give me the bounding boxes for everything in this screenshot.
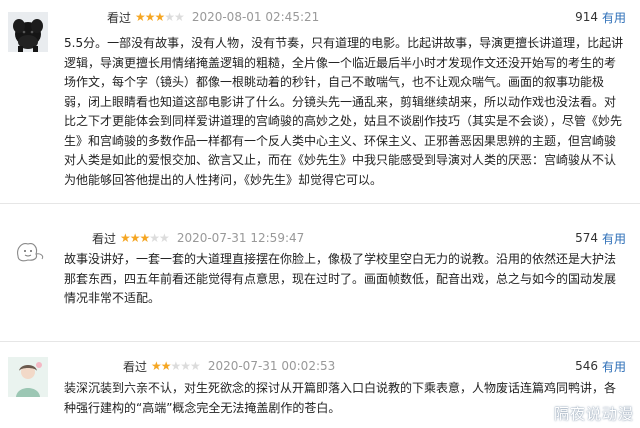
- star-icon: ★★★: [120, 231, 150, 245]
- vote-area: 574 有用: [575, 229, 626, 247]
- vote-area: 546 有用: [575, 357, 626, 375]
- review-timestamp: 2020-07-31 12:59:47: [176, 231, 305, 245]
- vote-area: 914 有用: [575, 8, 626, 26]
- useful-button[interactable]: 有用: [602, 9, 626, 26]
- review-meta: 看过 ★★★★★ 2020-07-31 12:59:47: [92, 229, 304, 247]
- avatar[interactable]: [8, 230, 48, 270]
- avatar[interactable]: [8, 357, 48, 397]
- useful-button[interactable]: 有用: [602, 230, 626, 247]
- divider: [0, 203, 640, 204]
- rating-stars: ★★★★★: [120, 231, 170, 245]
- useful-count: 914: [575, 10, 598, 24]
- watched-label: 看过: [92, 231, 117, 246]
- review-timestamp: 2020-08-01 02:45:21: [191, 10, 320, 24]
- star-empty-icon: ★★★: [170, 359, 201, 373]
- review-text: 装深沉装到六亲不认，对生死欲念的探讨从开篇即落入口白说教的下乘表意，人物废话连篇…: [64, 381, 617, 415]
- review-meta: 看过 ★★★★★ 2020-07-31 00:02:53: [123, 357, 335, 375]
- star-empty-icon: ★★: [149, 231, 169, 245]
- divider: [0, 341, 640, 342]
- star-icon: ★★: [151, 359, 171, 373]
- rating-stars: ★★★★★: [135, 10, 185, 24]
- useful-count: 574: [575, 231, 598, 245]
- watched-label: 看过: [107, 10, 132, 25]
- star-empty-icon: ★★: [164, 10, 184, 24]
- review-item: 看过 ★★★★★ 2020-07-31 00:02:53 546 有用 装深沉装…: [0, 343, 640, 428]
- review-item: 看过 ★★★★★ 2020-07-31 12:59:47 574 有用 故事没讲…: [0, 205, 640, 343]
- useful-button[interactable]: 有用: [602, 358, 626, 375]
- avatar[interactable]: [8, 12, 48, 52]
- watched-label: 看过: [123, 359, 148, 374]
- review-text: 故事没讲好，一套一套的大道理直接摆在你脸上，像极了学校里空白无力的说教。沿用的依…: [64, 252, 617, 305]
- review-meta: 看过 ★★★★★ 2020-08-01 02:45:21: [107, 8, 319, 26]
- dog-avatar-image: [8, 12, 48, 52]
- review-item: 看过 ★★★★★ 2020-08-01 02:45:21 914 有用 5.5分…: [0, 0, 640, 200]
- watermark: 隔夜说动漫: [553, 405, 634, 423]
- review-text: 5.5分。一部没有故事，没有人物，没有节奏，只有道理的电影。比起讲故事，导演更擅…: [64, 36, 624, 187]
- rating-stars: ★★★★★: [151, 359, 201, 373]
- star-icon: ★★★: [135, 10, 165, 24]
- illustration-avatar-image: [8, 357, 48, 397]
- sketch-avatar-image: [8, 230, 48, 270]
- useful-count: 546: [575, 359, 598, 373]
- review-timestamp: 2020-07-31 00:02:53: [207, 359, 336, 373]
